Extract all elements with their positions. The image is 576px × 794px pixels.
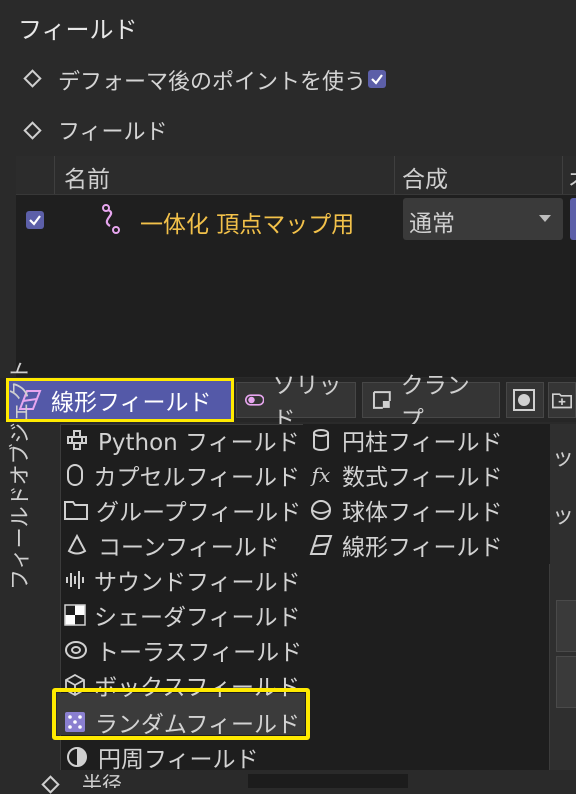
menu-item-sound-field[interactable]: サウンドフィールド [64, 562, 301, 597]
record-button[interactable] [506, 382, 544, 418]
opacity-field-edge[interactable] [570, 198, 576, 240]
annotation-highlight [52, 688, 310, 740]
waveform-icon [64, 567, 86, 593]
sphere-icon [308, 497, 334, 523]
menu-item-label: コーンフィールド [98, 534, 280, 561]
menu-item-label: 円周フィールド [98, 746, 259, 773]
keyframe-diamond-icon[interactable] [23, 69, 42, 88]
cone-icon [64, 532, 90, 558]
menu-item-label: トーラスフィールド [96, 639, 303, 666]
folder-add-icon [552, 393, 572, 409]
menu-item-python-field[interactable]: Python フィールド [64, 422, 300, 457]
obscured-text-fragment: ップ [552, 446, 576, 471]
linear-field-label: 線形フィールド [51, 390, 212, 416]
column-divider[interactable] [562, 156, 563, 194]
clamp-icon [372, 391, 391, 409]
menu-item-capsule-field[interactable]: カプセルフィールド [64, 457, 300, 492]
check-icon [371, 74, 383, 85]
menu-item-label: 円柱フィールド [342, 429, 503, 456]
menu-item-label: サウンドフィールド [94, 569, 301, 596]
linear-field-button[interactable]: 線形フィールド [6, 378, 234, 422]
menu-item-label: 球体フィールド [342, 499, 503, 526]
fields-label: フィールド [58, 120, 168, 145]
menu-item-formula-field[interactable]: fx 数式フィールド [308, 457, 548, 492]
radial-icon [64, 744, 90, 770]
folder-icon [64, 497, 88, 523]
check-icon [29, 215, 41, 226]
menu-item-label: カプセルフィールド [93, 464, 300, 491]
use-deformed-points-label: デフォーマ後のポイントを使う [58, 70, 367, 95]
radius-input[interactable] [248, 774, 408, 788]
field-objects-tab-label: フィールドオブジェクト [8, 359, 32, 590]
python-icon [64, 427, 90, 453]
column-divider[interactable] [54, 156, 55, 194]
cylinder-icon [308, 427, 334, 453]
menu-item-label: グループフィールド [96, 499, 302, 526]
field-enabled-checkbox[interactable] [26, 211, 44, 229]
underlying-input[interactable] [556, 656, 576, 708]
checker-icon [64, 602, 86, 628]
column-header-blend[interactable]: 合成 [402, 160, 448, 194]
torus-icon [64, 637, 88, 663]
column-divider[interactable] [394, 156, 395, 194]
chevron-down-icon [539, 215, 551, 222]
add-folder-button[interactable] [548, 382, 576, 418]
keyframe-diamond-icon[interactable] [23, 121, 42, 140]
column-header-partial[interactable]: オ [568, 160, 576, 194]
linear-field-icon [308, 532, 334, 558]
menu-item-cone-field[interactable]: コーンフィールド [64, 527, 300, 562]
menu-item-radial-field[interactable]: 円周フィールド [64, 739, 300, 774]
vertex-map-field-icon [96, 202, 126, 236]
menu-item-torus-field[interactable]: トーラスフィールド [64, 632, 303, 667]
capsule-icon [64, 462, 85, 488]
blend-mode-value: 通常 [409, 211, 455, 237]
use-deformed-points-checkbox[interactable] [368, 70, 386, 88]
menu-item-group-field[interactable]: グループフィールド [64, 492, 302, 527]
toggle-icon [245, 394, 265, 406]
radius-label: 半径 [82, 772, 122, 788]
menu-item-label: Python フィールド [98, 429, 300, 456]
record-icon [513, 389, 535, 411]
menu-item-sphere-field[interactable]: 球体フィールド [308, 492, 548, 527]
formula-icon: fx [311, 462, 331, 487]
menu-item-linear-field[interactable]: 線形フィールド [308, 527, 548, 562]
menu-item-cylinder-field[interactable]: 円柱フィールド [308, 422, 548, 457]
menu-item-label: シェーダフィールド [94, 604, 301, 631]
blend-mode-dropdown[interactable]: 通常 [403, 198, 563, 240]
column-header-name[interactable]: 名前 [64, 160, 110, 194]
obscured-text-fragment: ップ [552, 504, 576, 529]
menu-item-label: 数式フィールド [342, 464, 503, 491]
section-title: フィールド [18, 16, 138, 44]
menu-item-shader-field[interactable]: シェーダフィールド [64, 597, 301, 632]
clamp-button[interactable]: クランプ [362, 373, 500, 433]
solid-button[interactable]: ソリッド [236, 373, 356, 433]
menu-item-label: 線形フィールド [342, 534, 503, 561]
field-row-name[interactable]: 一体化 頂点マップ用 [140, 205, 354, 239]
field-type-menu-column-2-items: 円柱フィールド fx 数式フィールド 球体フィールド 線形フィールド [308, 422, 548, 562]
underlying-input[interactable] [556, 600, 576, 652]
